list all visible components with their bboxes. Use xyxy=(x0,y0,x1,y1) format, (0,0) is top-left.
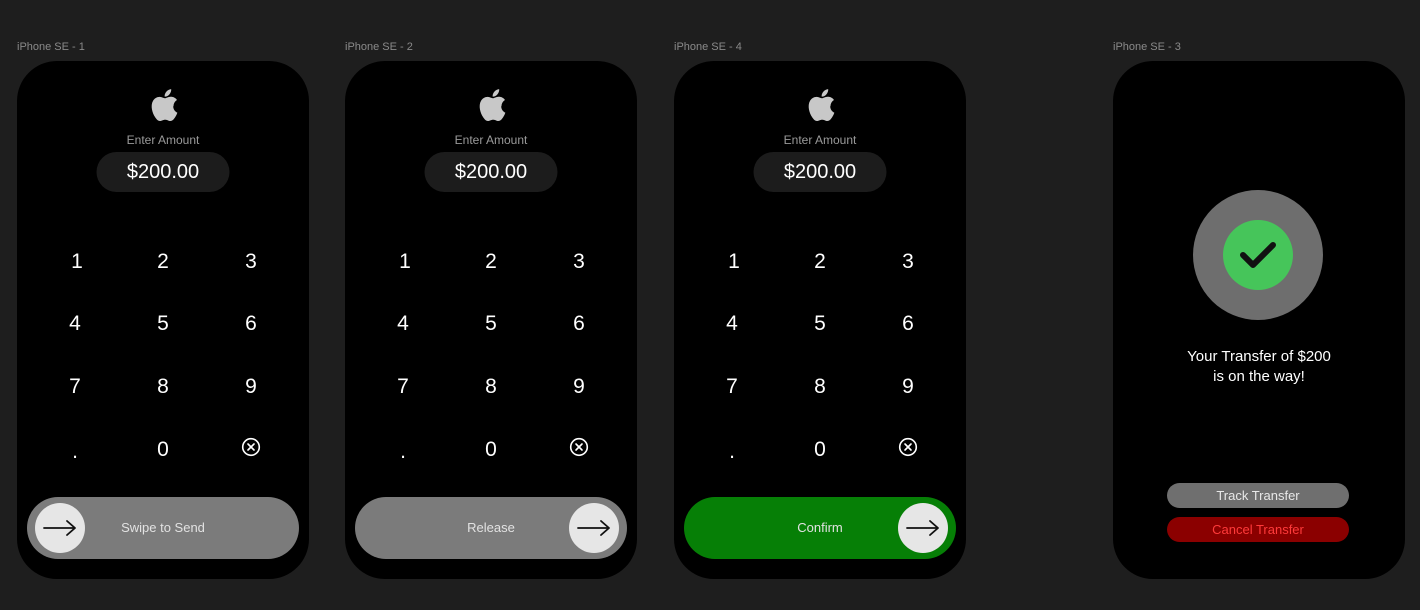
phone-frame-4: Enter Amount $200.00 1 2 3 4 5 6 7 8 9 .… xyxy=(674,61,966,579)
checkmark-icon xyxy=(1240,242,1276,268)
confirm-slider[interactable]: Confirm xyxy=(684,497,956,559)
circle-x-delete-icon xyxy=(241,437,261,457)
delete-key[interactable] xyxy=(559,427,599,467)
keypad-key-9[interactable]: 9 xyxy=(231,367,271,407)
amount-display: $200.00 xyxy=(753,152,887,192)
track-transfer-button[interactable]: Track Transfer xyxy=(1167,483,1349,508)
amount-display: $200.00 xyxy=(96,152,230,192)
keypad-key-3[interactable]: 3 xyxy=(559,242,599,282)
keypad-key-4[interactable]: 4 xyxy=(712,304,752,344)
cancel-transfer-button[interactable]: Cancel Transfer xyxy=(1167,517,1349,542)
keypad-key-5[interactable]: 5 xyxy=(471,304,511,344)
circle-x-delete-icon xyxy=(898,437,918,457)
keypad-key-0[interactable]: 0 xyxy=(471,430,511,470)
keypad-key-dot[interactable]: . xyxy=(55,432,95,472)
phone-frame-3: Your Transfer of $200 is on the way! Tra… xyxy=(1113,61,1405,579)
arrow-right-icon xyxy=(577,520,610,536)
keypad-key-8[interactable]: 8 xyxy=(143,367,183,407)
keypad-key-2[interactable]: 2 xyxy=(143,242,183,282)
slider-label: Swipe to Send xyxy=(121,520,205,535)
apple-logo-icon xyxy=(151,89,178,122)
keypad-key-7[interactable]: 7 xyxy=(55,367,95,407)
amount-display: $200.00 xyxy=(424,152,558,192)
keypad-key-3[interactable]: 3 xyxy=(231,242,271,282)
keypad-key-9[interactable]: 9 xyxy=(559,367,599,407)
keypad-key-0[interactable]: 0 xyxy=(800,430,840,470)
slider-label: Release xyxy=(467,520,515,535)
phone-frame-2: Enter Amount $200.00 1 2 3 4 5 6 7 8 9 .… xyxy=(345,61,637,579)
frame-label-1: iPhone SE - 1 xyxy=(17,41,85,53)
slider-knob[interactable] xyxy=(35,503,85,553)
keypad-key-7[interactable]: 7 xyxy=(712,367,752,407)
keypad-key-4[interactable]: 4 xyxy=(55,304,95,344)
keypad-key-3[interactable]: 3 xyxy=(888,242,928,282)
frame-label-3: iPhone SE - 3 xyxy=(1113,41,1181,53)
keypad-key-2[interactable]: 2 xyxy=(471,242,511,282)
keypad-key-6[interactable]: 6 xyxy=(559,304,599,344)
enter-amount-label: Enter Amount xyxy=(783,133,857,147)
success-line-1: Your Transfer of $200 xyxy=(1187,348,1331,365)
keypad-key-8[interactable]: 8 xyxy=(471,367,511,407)
apple-logo-icon xyxy=(808,89,835,122)
keypad-key-9[interactable]: 9 xyxy=(888,367,928,407)
keypad-key-4[interactable]: 4 xyxy=(383,304,423,344)
keypad-key-0[interactable]: 0 xyxy=(143,430,183,470)
success-badge xyxy=(1193,190,1323,320)
enter-amount-label: Enter Amount xyxy=(126,133,200,147)
phone-frame-1: Enter Amount $200.00 1 2 3 4 5 6 7 8 9 .… xyxy=(17,61,309,579)
keypad-key-2[interactable]: 2 xyxy=(800,242,840,282)
frame-label-4: iPhone SE - 4 xyxy=(674,41,742,53)
arrow-right-icon xyxy=(43,520,76,536)
keypad-key-6[interactable]: 6 xyxy=(231,304,271,344)
keypad-key-1[interactable]: 1 xyxy=(714,242,754,282)
delete-key[interactable] xyxy=(231,427,271,467)
success-circle xyxy=(1223,220,1293,290)
release-slider[interactable]: Release xyxy=(355,497,627,559)
slider-knob[interactable] xyxy=(898,503,948,553)
keypad-key-5[interactable]: 5 xyxy=(143,304,183,344)
delete-key[interactable] xyxy=(888,427,928,467)
arrow-right-icon xyxy=(906,520,939,536)
keypad-key-5[interactable]: 5 xyxy=(800,304,840,344)
keypad-key-7[interactable]: 7 xyxy=(383,367,423,407)
slider-label: Confirm xyxy=(797,520,843,535)
success-line-2: is on the way! xyxy=(1213,368,1305,385)
circle-x-delete-icon xyxy=(569,437,589,457)
keypad-key-dot[interactable]: . xyxy=(383,432,423,472)
keypad-key-dot[interactable]: . xyxy=(712,432,752,472)
transfer-success-message: Your Transfer of $200 is on the way! xyxy=(1113,347,1405,387)
swipe-to-send-slider[interactable]: Swipe to Send xyxy=(27,497,299,559)
keypad-key-8[interactable]: 8 xyxy=(800,367,840,407)
keypad-key-6[interactable]: 6 xyxy=(888,304,928,344)
frame-label-2: iPhone SE - 2 xyxy=(345,41,413,53)
enter-amount-label: Enter Amount xyxy=(454,133,528,147)
slider-knob[interactable] xyxy=(569,503,619,553)
keypad-key-1[interactable]: 1 xyxy=(57,242,97,282)
apple-logo-icon xyxy=(479,89,506,122)
keypad-key-1[interactable]: 1 xyxy=(385,242,425,282)
